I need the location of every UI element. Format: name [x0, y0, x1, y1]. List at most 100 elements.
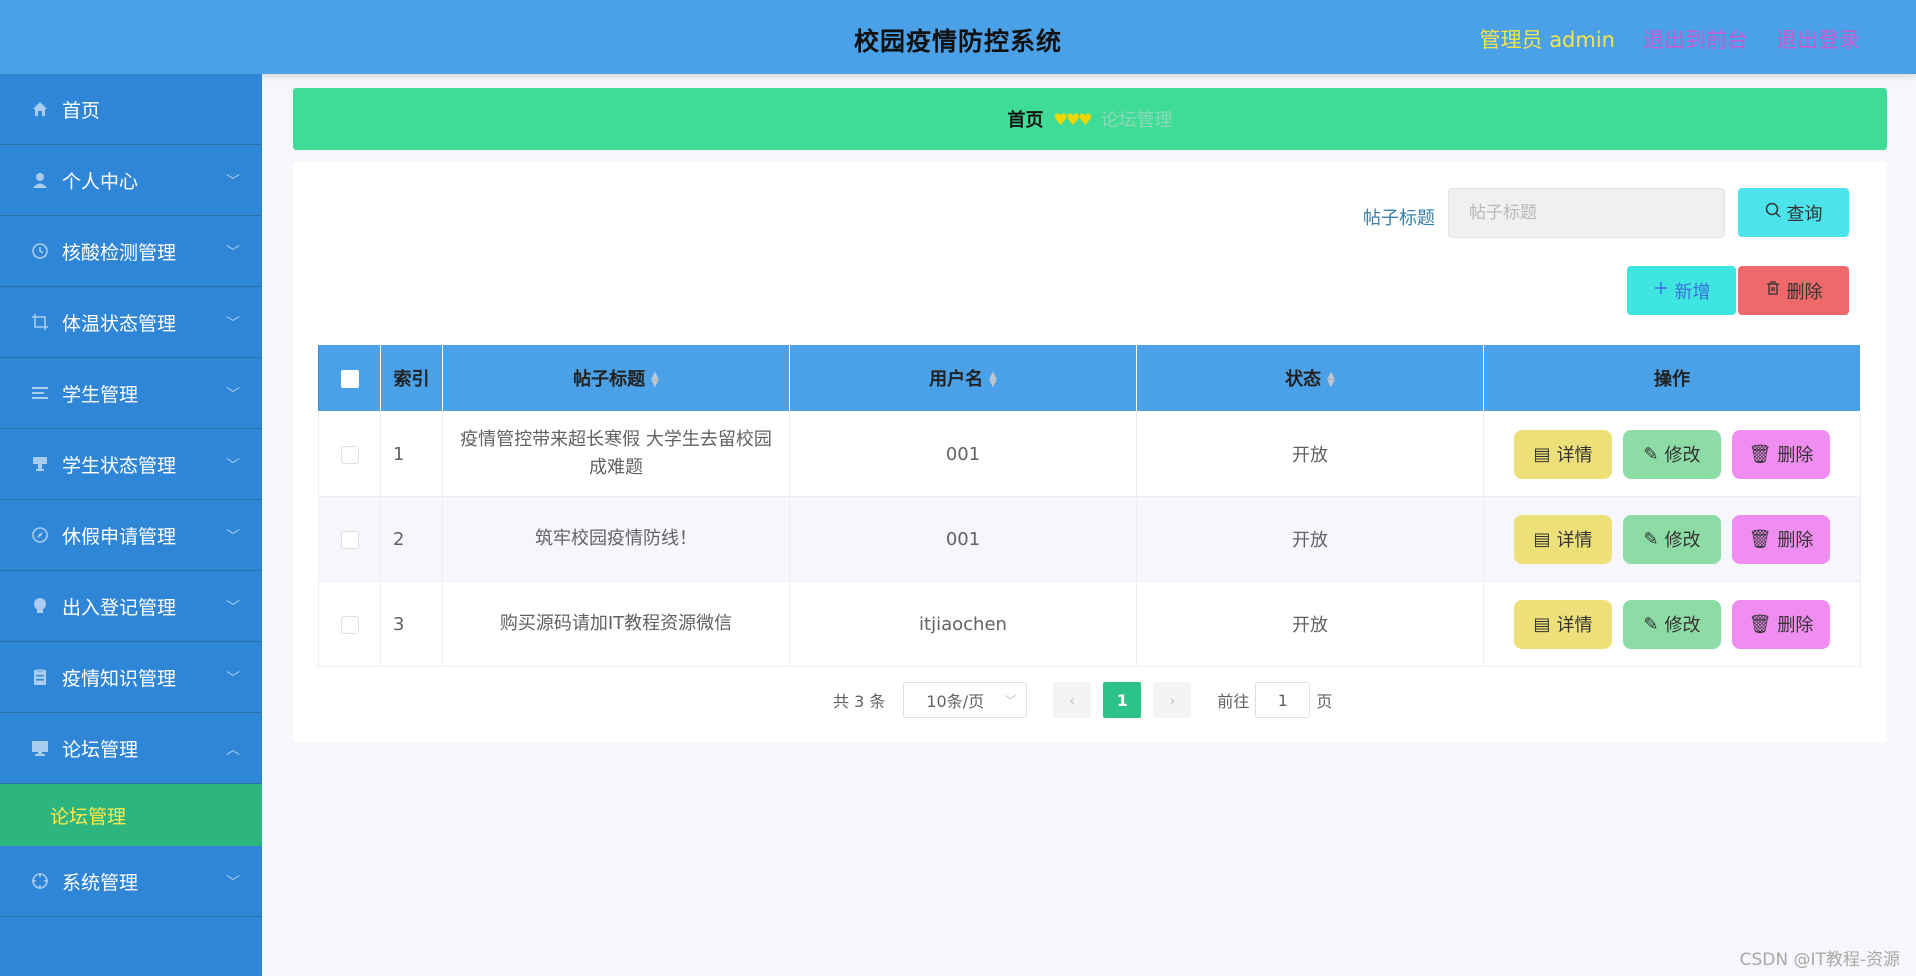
row-actions: ▤ 详情 ✎ 修改 🗑 删除 — [1483, 411, 1861, 497]
chevron-down-icon: ﹀ — [226, 316, 240, 332]
chevron-down-icon: ﹀ — [1004, 694, 1017, 708]
page-size-select[interactable]: 10条/页 ﹀ — [903, 682, 1028, 718]
sidebar-item-student-status[interactable]: 学生状态管理 ﹀ — [0, 429, 262, 500]
delete-button[interactable]: 🗑 删除 — [1732, 514, 1830, 564]
trash-icon: 🗑 — [1748, 528, 1772, 550]
chevron-up-icon: ︿ — [226, 742, 240, 758]
sort-icon[interactable]: ▲ ▼ — [651, 371, 659, 389]
sort-icon[interactable]: ▲ ▼ — [989, 371, 997, 389]
list-icon — [30, 383, 50, 403]
row-actions: ▤ 详情 ✎ 修改 🗑 删除 — [1483, 496, 1861, 582]
sidebar-subitem-forum-manage[interactable]: 论坛管理 — [0, 784, 262, 846]
row-checkbox[interactable] — [340, 530, 359, 549]
delete-button[interactable]: 🗑 删除 — [1732, 599, 1830, 649]
chevron-down-icon: ﹀ — [226, 174, 240, 190]
header-actions: 管理员 admin 退出到前台 退出登录 — [1480, 24, 1860, 54]
sort-icon[interactable]: ▲ ▼ — [1327, 371, 1335, 389]
document-icon — [30, 667, 50, 687]
breadcrumb-home[interactable]: 首页 — [1007, 106, 1043, 132]
header-username-label: 用户名 — [929, 369, 984, 390]
batch-delete-button[interactable]: 删除 — [1738, 266, 1849, 315]
edit-icon: ✎ — [1643, 613, 1659, 635]
sidebar-item-label: 疫情知识管理 — [62, 667, 177, 690]
sidebar-item-home[interactable]: 首页 — [0, 74, 262, 145]
sidebar-item-forum[interactable]: 论坛管理 ︿ — [0, 713, 262, 784]
clock-icon — [30, 241, 50, 261]
select-all-checkbox[interactable] — [340, 369, 359, 388]
trash-icon — [1765, 280, 1781, 301]
user-icon — [30, 170, 50, 190]
search-icon — [1765, 202, 1781, 223]
document-icon: ▤ — [1533, 443, 1551, 465]
add-button-label: 新增 — [1674, 281, 1711, 303]
detail-button[interactable]: ▤ 详情 — [1514, 599, 1612, 649]
sidebar-item-entry-exit[interactable]: 出入登记管理 ﹀ — [0, 571, 262, 642]
chevron-down-icon: ﹀ — [226, 458, 240, 474]
admin-label: 管理员 admin — [1479, 28, 1615, 52]
sidebar-item-label: 学生管理 — [62, 383, 139, 406]
prev-page-button[interactable]: ‹ — [1053, 682, 1092, 718]
row-checkbox[interactable] — [340, 615, 359, 634]
header-status[interactable]: 状态 ▲ ▼ — [1136, 344, 1484, 412]
breadcrumb-current: 论坛管理 — [1100, 110, 1173, 131]
monitor-icon — [30, 738, 50, 758]
chevron-down-icon: ﹀ — [226, 875, 240, 891]
sidebar-item-label: 核酸检测管理 — [62, 241, 177, 264]
row-index: 3 — [380, 581, 443, 667]
header-index: 索引 — [380, 344, 443, 412]
sidebar-item-students[interactable]: 学生管理 ﹀ — [0, 358, 262, 429]
goto-page-input[interactable] — [1255, 682, 1311, 718]
goto-label: 前往 — [1217, 692, 1250, 711]
row-status: 开放 — [1136, 581, 1484, 667]
detail-button-label: 详情 — [1556, 615, 1593, 636]
row-username: 001 — [789, 496, 1137, 582]
sidebar-item-label: 个人中心 — [62, 170, 139, 193]
edit-button[interactable]: ✎ 修改 — [1623, 514, 1721, 564]
header-title[interactable]: 帖子标题 ▲ ▼ — [442, 344, 790, 412]
header-title-label: 帖子标题 — [573, 369, 646, 390]
next-page-button[interactable]: › — [1153, 682, 1192, 718]
header-actions: 操作 — [1483, 344, 1861, 412]
edit-button[interactable]: ✎ 修改 — [1623, 599, 1721, 649]
row-index: 1 — [380, 411, 443, 497]
bulb-icon — [30, 596, 50, 616]
query-button[interactable]: 查询 — [1738, 188, 1849, 237]
chevron-down-icon: ﹀ — [226, 529, 240, 545]
row-checkbox-cell — [318, 496, 381, 582]
sidebar-item-temperature[interactable]: 体温状态管理 ﹀ — [0, 287, 262, 358]
search-input[interactable] — [1448, 188, 1725, 238]
sidebar-item-nucleic-test[interactable]: 核酸检测管理 ﹀ — [0, 216, 262, 287]
heart-separator-icon: ♥♥♥ — [1053, 109, 1092, 129]
chevron-down-icon: ﹀ — [226, 600, 240, 616]
sidebar-item-leave-application[interactable]: 休假申请管理 ﹀ — [0, 500, 262, 571]
delete-button[interactable]: 🗑 删除 — [1732, 429, 1830, 479]
sidebar-item-label: 休假申请管理 — [62, 525, 177, 548]
logout-link[interactable]: 退出登录 — [1776, 24, 1860, 54]
row-checkbox[interactable] — [340, 445, 359, 464]
compass-icon — [30, 525, 50, 545]
edit-button-label: 修改 — [1664, 615, 1701, 636]
detail-button[interactable]: ▤ 详情 — [1514, 429, 1612, 479]
table-row: 2 筑牢校园疫情防线！ 001 开放 ▤ 详情 ✎ 修改 🗑 删除 — [318, 496, 1861, 582]
delete-button-label: 删除 — [1777, 615, 1814, 636]
sidebar-item-system[interactable]: 系统管理 ﹀ — [0, 846, 262, 917]
plus-icon — [1653, 280, 1669, 301]
edit-button[interactable]: ✎ 修改 — [1623, 429, 1721, 479]
home-icon — [30, 99, 50, 119]
page-number-current[interactable]: 1 — [1103, 682, 1142, 718]
sidebar-item-label: 论坛管理 — [62, 738, 139, 761]
row-title: 筑牢校园疫情防线！ — [442, 496, 790, 582]
add-button[interactable]: 新增 — [1627, 266, 1736, 315]
breadcrumb: 首页 ♥♥♥ 论坛管理 — [293, 88, 1887, 150]
table-row: 3 购买源码请加IT教程资源微信 itjiaochen 开放 ▤ 详情 ✎ 修改 🗑… — [318, 581, 1861, 667]
trash-icon: 🗑 — [1748, 443, 1772, 465]
sidebar-item-epidemic-knowledge[interactable]: 疫情知识管理 ﹀ — [0, 642, 262, 713]
exit-to-front-link[interactable]: 退出到前台 — [1643, 24, 1748, 54]
delete-button-label: 删除 — [1777, 445, 1814, 466]
detail-button[interactable]: ▤ 详情 — [1514, 514, 1612, 564]
edit-icon: ✎ — [1643, 443, 1659, 465]
header-username[interactable]: 用户名 ▲ ▼ — [789, 344, 1137, 412]
batch-delete-label: 删除 — [1786, 281, 1823, 303]
sidebar-item-label: 体温状态管理 — [62, 312, 177, 335]
sidebar-item-personal-center[interactable]: 个人中心 ﹀ — [0, 145, 262, 216]
